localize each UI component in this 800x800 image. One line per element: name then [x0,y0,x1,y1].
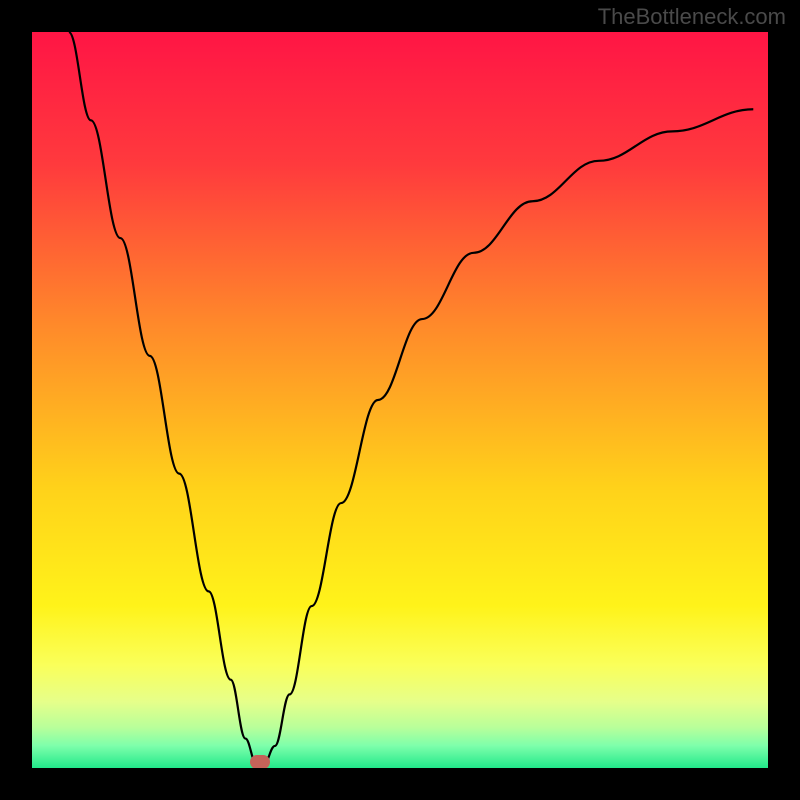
gradient-background [32,32,768,768]
optimal-marker [250,755,270,768]
watermark-text: TheBottleneck.com [598,4,786,30]
chart-plot-area [32,32,768,768]
